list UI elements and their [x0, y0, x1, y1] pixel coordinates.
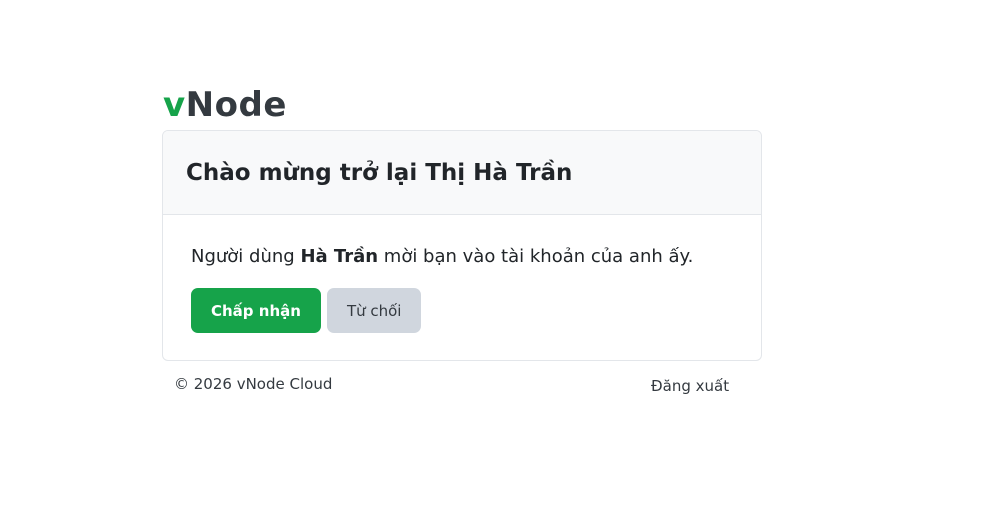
card-header: Chào mừng trở lại Thị Hà Trần	[163, 131, 761, 215]
footer: © 2026 vNode Cloud Đăng xuất	[162, 375, 762, 405]
copyright-text: © 2026 vNode Cloud	[174, 375, 333, 393]
welcome-title: Chào mừng trở lại Thị Hà Trần	[186, 159, 573, 186]
vnode-logo: vNode	[163, 84, 762, 126]
card-body: Người dùng Hà Trần mời bạn vào tài khoản…	[163, 215, 761, 360]
logo-accent-letter: v	[163, 85, 186, 125]
invitation-message: Người dùng Hà Trần mời bạn vào tài khoản…	[191, 242, 733, 272]
logo-wordmark: Node	[185, 85, 287, 125]
message-suffix: mời bạn vào tài khoản của anh ấy.	[378, 246, 694, 267]
accept-button[interactable]: Chấp nhận	[191, 288, 321, 333]
inviter-name: Hà Trần	[300, 246, 379, 267]
invitation-card: Chào mừng trở lại Thị Hà Trần Người dùng…	[162, 130, 762, 361]
message-prefix: Người dùng	[191, 246, 301, 267]
decline-button[interactable]: Từ chối	[326, 288, 422, 333]
page-container: vNode Chào mừng trở lại Thị Hà Trần Ngườ…	[162, 84, 762, 405]
logout-link[interactable]: Đăng xuất	[651, 377, 729, 395]
action-buttons: Chấp nhận Từ chối	[191, 288, 733, 333]
